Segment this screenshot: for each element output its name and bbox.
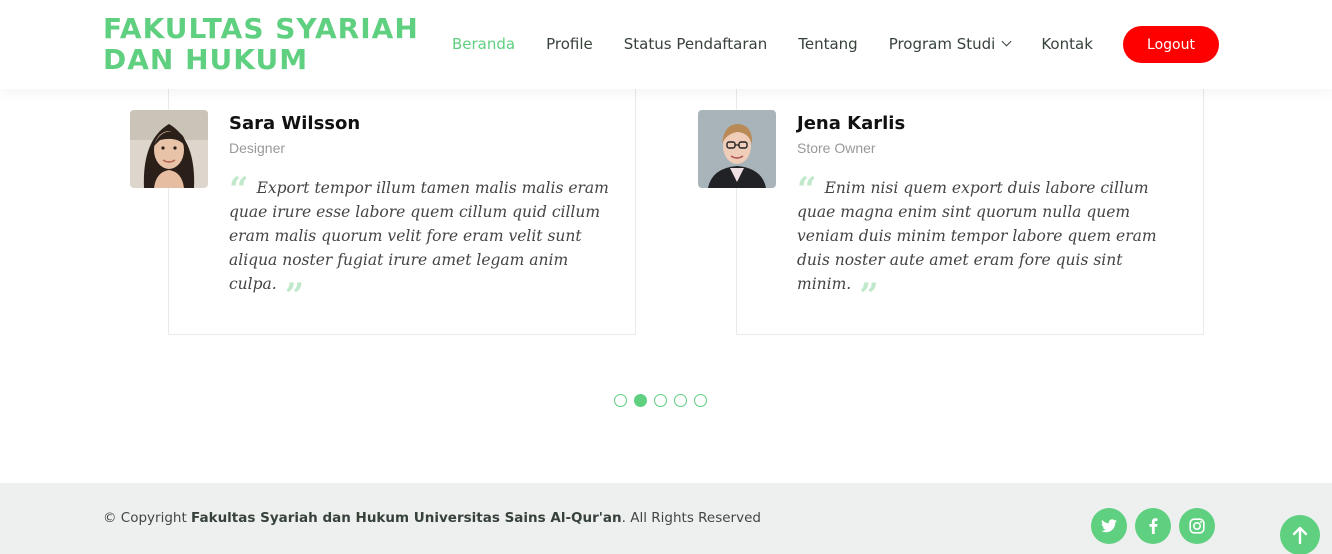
testimonial-quote: “Enim nisi quem export duis labore cillu… bbox=[797, 170, 1177, 316]
copyright-text: © Copyright Fakultas Syariah dan Hukum U… bbox=[103, 510, 761, 526]
facebook-icon bbox=[1149, 518, 1157, 534]
testimonial-role: Designer bbox=[229, 140, 286, 156]
quote-left-icon: “ bbox=[229, 170, 249, 210]
site-footer: © Copyright Fakultas Syariah dan Hukum U… bbox=[0, 483, 1332, 554]
instagram-icon bbox=[1189, 518, 1205, 534]
carousel-dot-5[interactable] bbox=[694, 394, 707, 407]
carousel-dot-2[interactable] bbox=[634, 394, 647, 407]
nav-kontak[interactable]: Kontak bbox=[1041, 35, 1093, 53]
carousel-dot-3[interactable] bbox=[654, 394, 667, 407]
site-logo[interactable]: FAKULTAS SYARIAH DAN HUKUM bbox=[103, 13, 423, 75]
carousel-dot-4[interactable] bbox=[674, 394, 687, 407]
arrow-up-icon bbox=[1292, 526, 1308, 544]
nav-profile[interactable]: Profile bbox=[546, 35, 593, 53]
testimonial-quote: “Export tempor illum tamen malis malis e… bbox=[229, 170, 609, 316]
twitter-link[interactable] bbox=[1091, 508, 1127, 544]
nav-program-studi[interactable]: Program Studi bbox=[888, 35, 1012, 53]
twitter-icon bbox=[1101, 519, 1117, 533]
instagram-link[interactable] bbox=[1179, 508, 1215, 544]
nav-program-studi-label: Program Studi bbox=[888, 35, 996, 53]
copyright-prefix: © Copyright bbox=[103, 510, 192, 526]
quote-right-icon: ” bbox=[284, 276, 305, 316]
carousel-dot-1[interactable] bbox=[614, 394, 627, 407]
logo-line-2[interactable]: DAN HUKUM bbox=[103, 44, 423, 75]
quote-left-icon: “ bbox=[797, 170, 817, 210]
testimonial-name: Sara Wilsson bbox=[229, 113, 361, 134]
testimonial-role: Store Owner bbox=[797, 140, 876, 156]
nav-beranda[interactable]: Beranda bbox=[452, 35, 515, 53]
carousel-pagination bbox=[614, 394, 714, 407]
copyright-org: Fakultas Syariah dan Hukum Universitas S… bbox=[191, 510, 622, 526]
main-nav: Beranda Profile Status Pendaftaran Tenta… bbox=[452, 26, 1124, 62]
testimonial-quote-text: Enim nisi quem export duis labore cillum… bbox=[797, 179, 1157, 293]
nav-status-pendaftaran[interactable]: Status Pendaftaran bbox=[624, 35, 767, 53]
chevron-down-icon bbox=[1001, 36, 1012, 47]
facebook-link[interactable] bbox=[1135, 508, 1171, 544]
site-header: FAKULTAS SYARIAH DAN HUKUM Beranda Profi… bbox=[0, 0, 1332, 89]
testimonial-name: Jena Karlis bbox=[797, 113, 906, 134]
back-to-top-button[interactable] bbox=[1280, 515, 1320, 554]
avatar bbox=[698, 110, 776, 188]
logo-line-1[interactable]: FAKULTAS SYARIAH bbox=[103, 13, 423, 44]
nav-tentang[interactable]: Tentang bbox=[798, 35, 857, 53]
copyright-suffix: . All Rights Reserved bbox=[621, 510, 761, 526]
logout-button[interactable]: Logout bbox=[1123, 26, 1219, 63]
avatar bbox=[130, 110, 208, 188]
quote-right-icon: ” bbox=[859, 276, 879, 316]
